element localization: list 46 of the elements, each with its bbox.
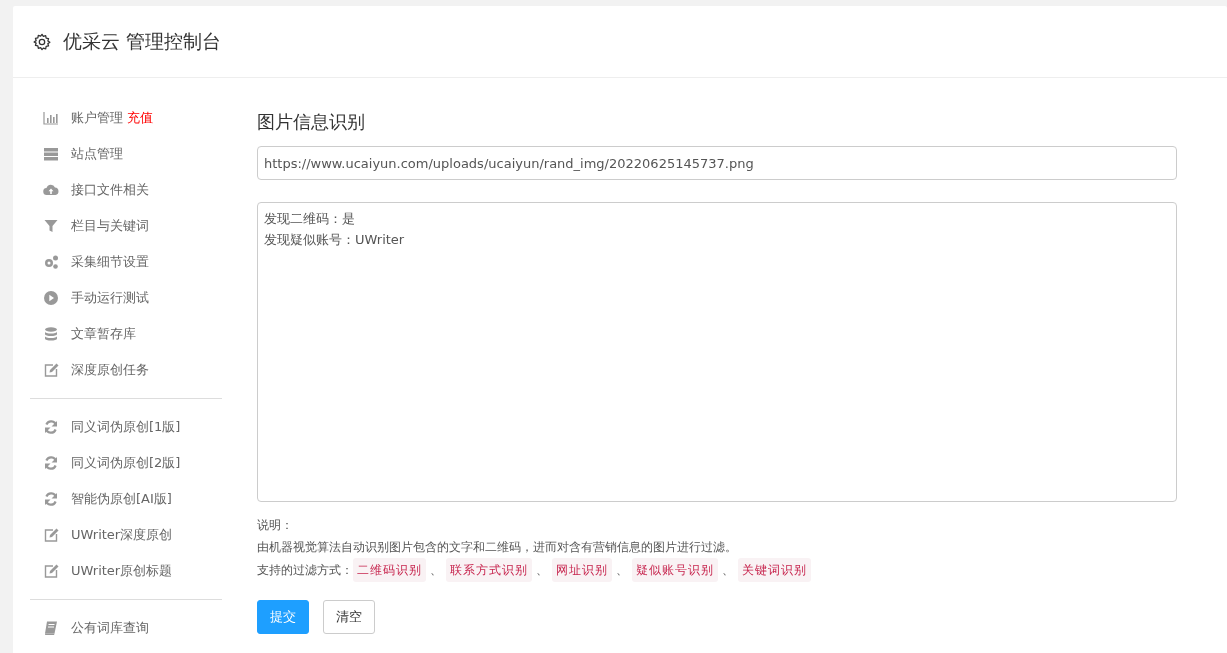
filter-tag: 疑似账号识别 xyxy=(632,558,718,582)
filter-tag: 二维码识别 xyxy=(353,558,426,582)
database-icon[interactable] xyxy=(43,326,59,342)
filter-icon[interactable] xyxy=(43,218,59,234)
filter-tag: 网址识别 xyxy=(552,558,612,582)
note-text: 由机器视觉算法自动识别图片包含的文字和二维码，进而对含有营销信息的图片进行过滤。 xyxy=(257,539,738,556)
sidebar-item[interactable]: 同义词伪原创[2版] xyxy=(71,454,181,472)
book-icon[interactable] xyxy=(43,620,59,636)
sidebar-item[interactable]: 账户管理 xyxy=(71,109,123,127)
filter-tag: 联系方式识别 xyxy=(446,558,532,582)
separator-text: 、 xyxy=(721,562,735,579)
sidebar-item[interactable]: 站点管理 xyxy=(71,145,123,163)
note-title: 说明： xyxy=(257,517,294,534)
recharge-link[interactable]: 充值 xyxy=(127,109,153,127)
sidebar-item[interactable]: 同义词伪原创[1版] xyxy=(71,418,181,436)
clear-button[interactable]: 清空 xyxy=(323,600,375,634)
separator-text: 、 xyxy=(429,562,443,579)
sidebar-item[interactable]: 深度原创任务 xyxy=(71,361,149,379)
sidebar-item[interactable]: 采集细节设置 xyxy=(71,253,149,271)
page-heading: 图片信息识别 xyxy=(257,110,366,134)
edit-icon[interactable] xyxy=(43,527,59,543)
url-input-field[interactable]: https://www.ucaiyun.com/uploads/ucaiyun/rand_img/20220625145737.png xyxy=(257,146,1177,180)
sidebar-item[interactable]: 手动运行测试 xyxy=(71,289,149,307)
separator-text: 、 xyxy=(535,562,549,579)
cloud-upload-icon[interactable] xyxy=(43,182,59,198)
filter-tag: 关键词识别 xyxy=(738,558,811,582)
console-title: 优采云 管理控制台 xyxy=(63,28,222,54)
result-text-area[interactable]: 发现二维码：是 发现疑似账号：UWriter xyxy=(257,202,1177,502)
bar-chart-icon[interactable] xyxy=(43,110,59,126)
refresh-icon[interactable] xyxy=(43,491,59,507)
sidebar-item[interactable]: 公有词库查询 xyxy=(71,619,149,637)
sidebar-item[interactable]: 接口文件相关 xyxy=(71,181,149,199)
server-icon[interactable] xyxy=(43,146,59,162)
separator-text: 、 xyxy=(615,562,629,579)
edit-icon[interactable] xyxy=(43,563,59,579)
sidebar-item[interactable]: UWriter深度原创 xyxy=(71,526,173,544)
sidebar-item[interactable]: 智能伪原创[AI版] xyxy=(71,490,172,508)
settings-icon xyxy=(33,32,51,51)
refresh-icon[interactable] xyxy=(43,455,59,471)
refresh-icon[interactable] xyxy=(43,419,59,435)
edit-icon[interactable] xyxy=(43,362,59,378)
sidebar-item[interactable]: 栏目与关键词 xyxy=(71,217,149,235)
sidebar-item[interactable]: UWriter原创标题 xyxy=(71,562,173,580)
sidebar-item[interactable]: 文章暂存库 xyxy=(71,325,136,343)
filters-label: 支持的过滤方式： xyxy=(257,562,353,579)
play-icon[interactable] xyxy=(43,290,59,306)
